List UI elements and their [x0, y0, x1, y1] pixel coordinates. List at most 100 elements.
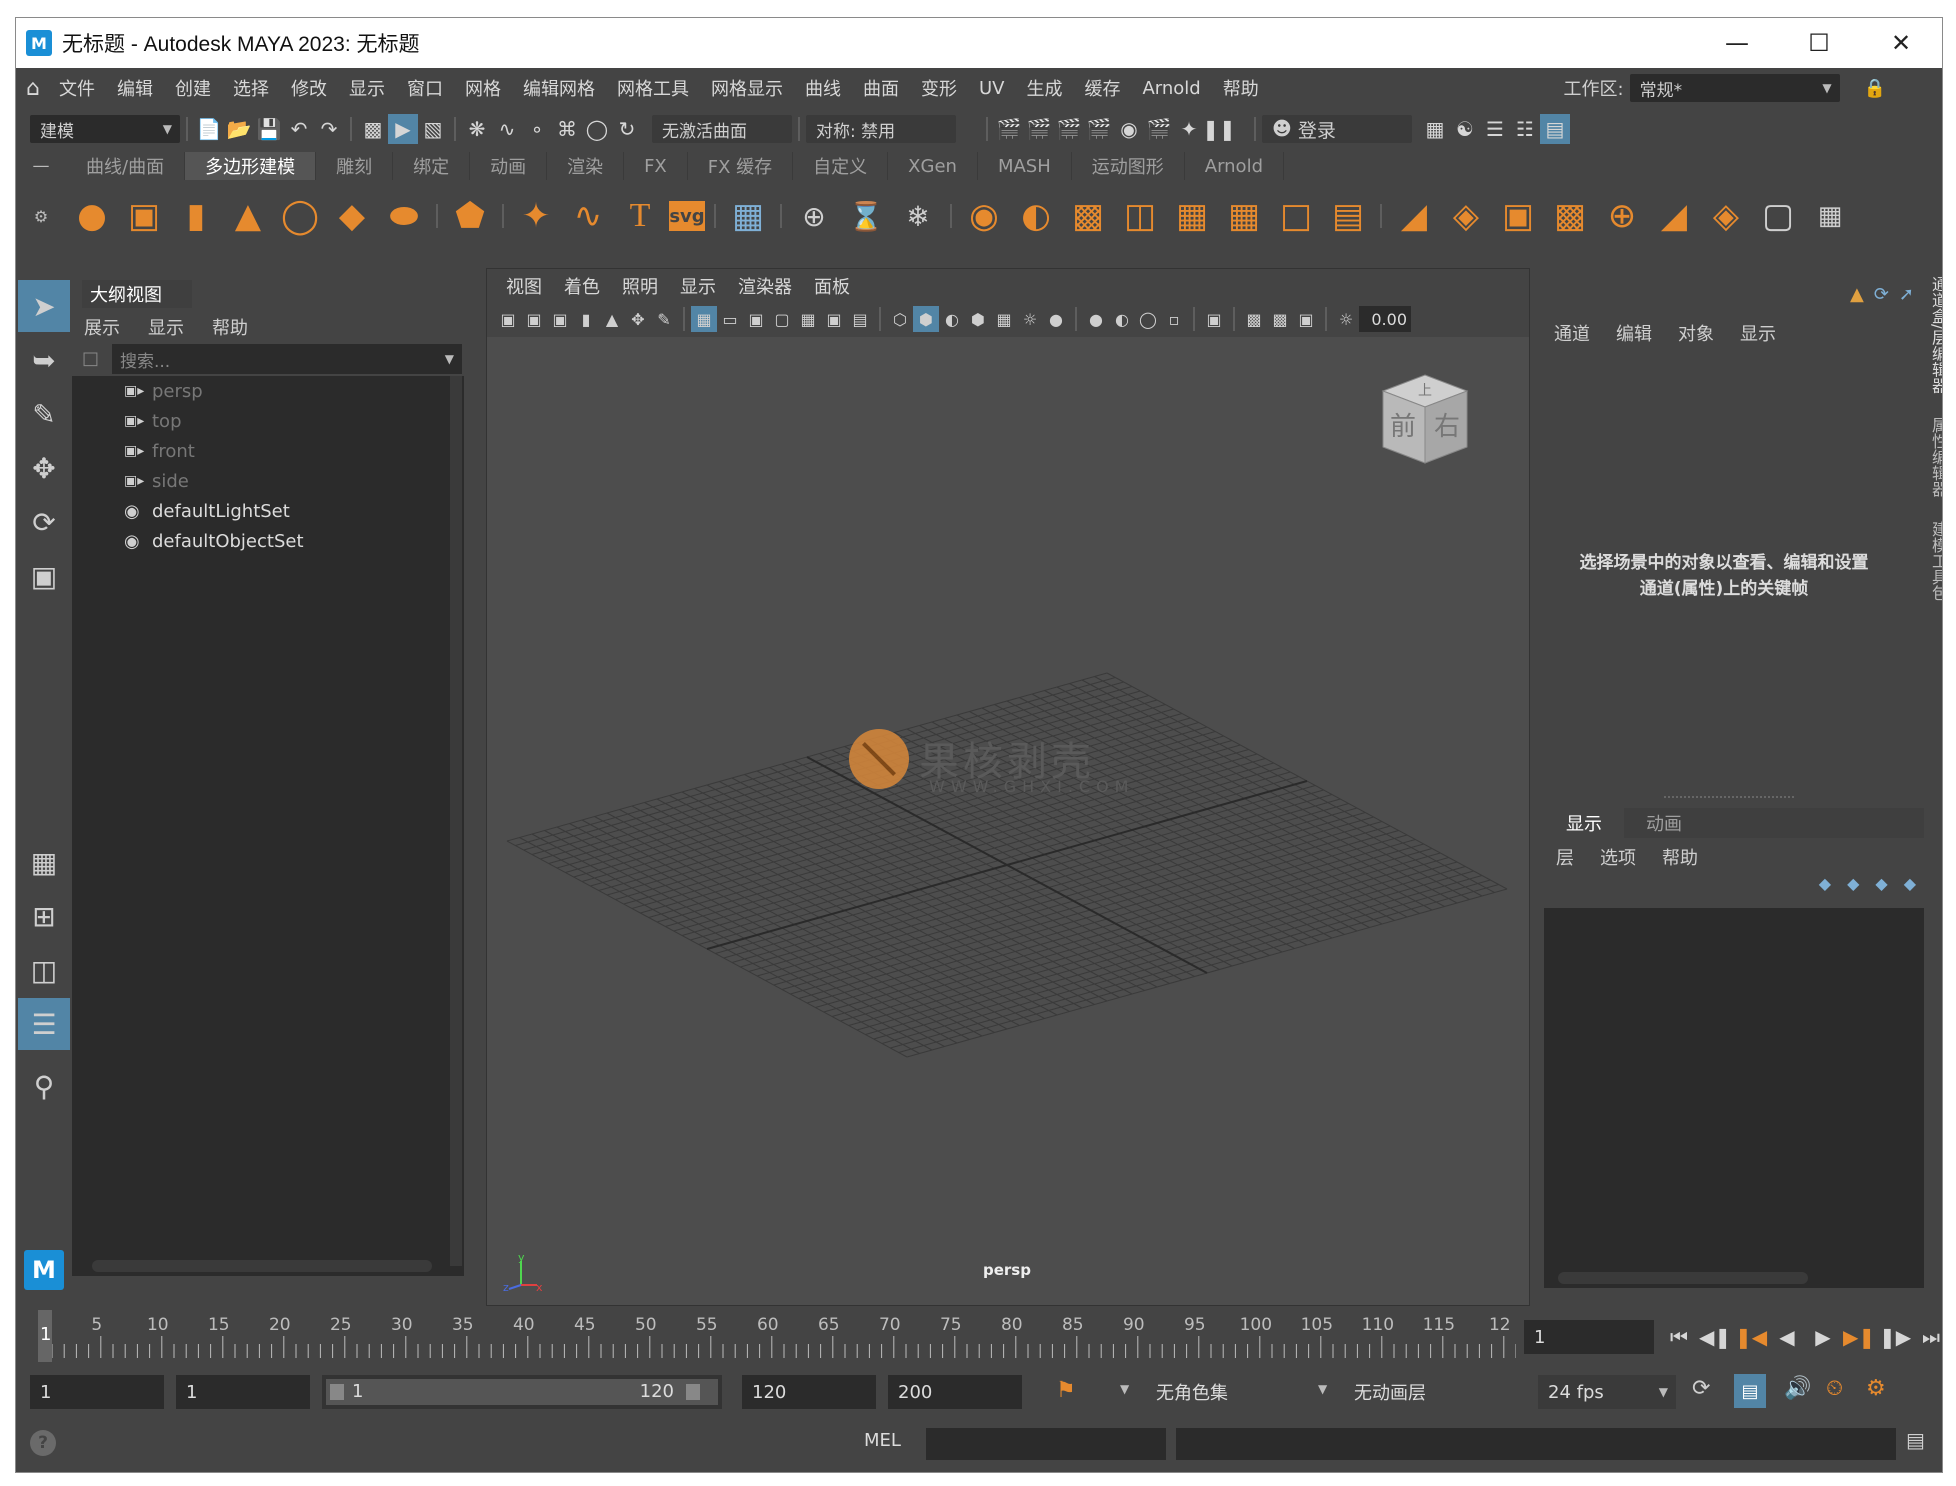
- outliner-tab[interactable]: 大纲视图: [82, 280, 192, 308]
- chevron-down-icon[interactable]: ▼: [1318, 1382, 1327, 1396]
- shelf-tab-fx-caching[interactable]: FX 缓存: [688, 152, 794, 180]
- viewport-menu-renderer[interactable]: 渲染器: [727, 273, 803, 299]
- animation-start-field[interactable]: 1: [30, 1375, 164, 1409]
- separate-icon[interactable]: ◫: [1117, 193, 1163, 239]
- shelf-tab-curves-surfaces[interactable]: 曲线/曲面: [66, 152, 186, 180]
- channel-box-layout-icon[interactable]: ▲: [1850, 284, 1864, 305]
- viewport-menu-panels[interactable]: 面板: [803, 273, 861, 299]
- channel-box-sync-icon[interactable]: ⟳: [1874, 284, 1889, 305]
- channel-menu-object[interactable]: 对象: [1678, 320, 1714, 346]
- outliner-item-top[interactable]: ▣▸ top: [72, 406, 464, 436]
- menu-mesh-tools[interactable]: 网格工具: [606, 75, 700, 101]
- menu-create[interactable]: 创建: [164, 75, 222, 101]
- shelf-tab-rigging[interactable]: 绑定: [393, 152, 471, 180]
- script-language-toggle[interactable]: MEL: [864, 1430, 901, 1451]
- motion-blur-icon[interactable]: ◐: [1109, 306, 1135, 332]
- fps-dropdown[interactable]: 24 fps ▼: [1538, 1375, 1676, 1409]
- step-forward-frame-icon[interactable]: ❚▶: [1879, 1320, 1911, 1354]
- outliner-item-default-light-set[interactable]: ◉ defaultLightSet: [72, 496, 464, 526]
- new-layer-from-selected-icon[interactable]: ◆: [1904, 874, 1916, 893]
- layer-menu-help[interactable]: 帮助: [1662, 844, 1698, 870]
- preferences-icon[interactable]: ⏲: [1826, 1376, 1843, 1401]
- use-all-lights-icon[interactable]: ☼: [1017, 306, 1043, 332]
- poly-sphere-icon[interactable]: ●: [69, 193, 115, 239]
- menu-display[interactable]: 显示: [338, 75, 396, 101]
- outliner-layout-icon[interactable]: ☰: [18, 998, 70, 1050]
- depth-of-field-icon[interactable]: ▫: [1161, 306, 1187, 332]
- grease-pencil-icon[interactable]: ✎: [651, 306, 677, 332]
- platonic-solid-icon[interactable]: ⬟: [447, 193, 493, 239]
- fill-hole-icon[interactable]: ▣: [1495, 193, 1541, 239]
- layer-tab-animation[interactable]: 动画: [1624, 808, 1704, 838]
- shelf-tab-custom[interactable]: 自定义: [793, 152, 889, 180]
- menu-windows[interactable]: 窗口: [396, 75, 454, 101]
- menu-generate[interactable]: 生成: [1015, 75, 1073, 101]
- combine-icon[interactable]: ▩: [1065, 193, 1111, 239]
- menu-file[interactable]: 文件: [48, 75, 106, 101]
- range-min-handle[interactable]: [330, 1384, 344, 1400]
- go-to-start-icon[interactable]: ⏮: [1664, 1320, 1694, 1354]
- quad-draw-icon[interactable]: ◈: [1703, 193, 1749, 239]
- auto-key-icon[interactable]: ⚑: [1056, 1378, 1076, 1403]
- select-component-icon[interactable]: ▧: [418, 114, 448, 144]
- outliner-menu-display[interactable]: 显示: [148, 314, 184, 340]
- isolate-select-icon[interactable]: ▣: [1201, 306, 1227, 332]
- home-icon[interactable]: ⌂: [16, 76, 48, 101]
- textured-icon[interactable]: ▦: [991, 306, 1017, 332]
- new-scene-icon[interactable]: 📄: [194, 114, 224, 144]
- sound-icon[interactable]: 🔊: [1784, 1376, 1811, 1401]
- character-controls-icon[interactable]: ☯: [1450, 114, 1480, 144]
- outliner-item-default-object-set[interactable]: ◉ defaultObjectSet: [72, 526, 464, 556]
- select-camera-icon[interactable]: ▣: [495, 306, 521, 332]
- poly-plane-icon[interactable]: ◆: [329, 193, 375, 239]
- menuset-dropdown[interactable]: 建模 ▼: [30, 115, 180, 143]
- select-object-icon[interactable]: ▶: [388, 114, 418, 144]
- exposure-field[interactable]: 0.00: [1359, 306, 1411, 332]
- range-max-handle[interactable]: [686, 1384, 700, 1400]
- shelf-tab-mash[interactable]: MASH: [978, 152, 1072, 180]
- channel-menu-edit[interactable]: 编辑: [1616, 320, 1652, 346]
- maximize-button[interactable]: ☐: [1778, 18, 1860, 68]
- minimize-button[interactable]: —: [1696, 18, 1778, 68]
- move-layer-up-icon[interactable]: ◆: [1819, 874, 1831, 893]
- shelf-settings-icon[interactable]: ⚙: [16, 207, 66, 226]
- wireframe-on-shaded-icon[interactable]: ⬢: [965, 306, 991, 332]
- snap-curve-icon[interactable]: ∿: [492, 114, 522, 144]
- render-sequence-icon[interactable]: 🎬: [1144, 114, 1174, 144]
- snap-point-icon[interactable]: ∘: [522, 114, 552, 144]
- menu-select[interactable]: 选择: [222, 75, 280, 101]
- planar-mapping-icon[interactable]: ▢: [1755, 193, 1801, 239]
- hypershade-icon[interactable]: ◉: [1114, 114, 1144, 144]
- smooth-icon[interactable]: ◉: [961, 193, 1007, 239]
- ambient-occlusion-icon[interactable]: ●: [1083, 306, 1109, 332]
- outliner-item-side[interactable]: ▣▸ side: [72, 466, 464, 496]
- side-tab-channel-box[interactable]: 通道盒/层编辑器: [1926, 276, 1942, 393]
- paint-select-tool-icon[interactable]: ✎: [18, 388, 70, 440]
- xray-joints-icon[interactable]: ▣: [1293, 306, 1319, 332]
- extract-icon[interactable]: ▦: [1169, 193, 1215, 239]
- shelf-tab-rendering[interactable]: 渲染: [547, 152, 625, 180]
- arnold-render-icon[interactable]: ✦: [1174, 114, 1204, 144]
- menu-mesh[interactable]: 网格: [454, 75, 512, 101]
- help-line-icon[interactable]: ?: [30, 1430, 56, 1456]
- layer-horizontal-scrollbar[interactable]: [1558, 1272, 1808, 1284]
- shelf-tab-animation[interactable]: 动画: [470, 152, 548, 180]
- step-forward-key-icon[interactable]: ▶❚: [1843, 1320, 1875, 1354]
- poly-torus-icon[interactable]: ◯: [277, 193, 323, 239]
- step-back-frame-icon[interactable]: ◀❚: [1699, 1320, 1731, 1354]
- poly-cone-icon[interactable]: ▲: [225, 193, 271, 239]
- default-material-icon[interactable]: ◐: [939, 306, 965, 332]
- close-button[interactable]: ✕: [1860, 18, 1942, 68]
- super-shape-icon[interactable]: ✦: [513, 193, 559, 239]
- menu-mesh-display[interactable]: 网格显示: [700, 75, 794, 101]
- menu-surfaces[interactable]: 曲面: [852, 75, 910, 101]
- poly-cube-icon[interactable]: ▣: [121, 193, 167, 239]
- view-cube[interactable]: 上 前 右: [1377, 371, 1473, 467]
- rotate-tool-icon[interactable]: ⟳: [18, 496, 70, 548]
- menu-arnold[interactable]: Arnold: [1131, 78, 1211, 99]
- time-slider-track[interactable]: 5 10 15 20 25 30 35 40 45 50 55 60 65 70 75 80 85 90 95 100…: [38, 1306, 1516, 1366]
- outliner-item-persp[interactable]: ▣▸ persp: [72, 376, 464, 406]
- center-pivot-icon[interactable]: ⊕: [791, 193, 837, 239]
- play-forwards-icon[interactable]: ▶: [1808, 1320, 1838, 1354]
- animation-settings-icon[interactable]: ⚙: [1866, 1376, 1886, 1401]
